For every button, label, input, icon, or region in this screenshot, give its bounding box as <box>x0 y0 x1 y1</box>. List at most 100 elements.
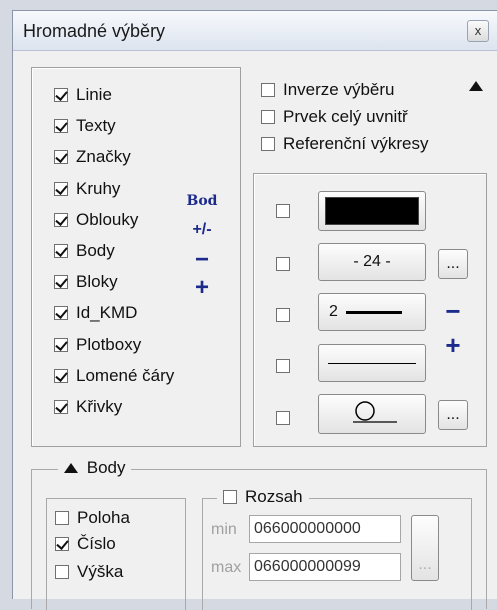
plus-button[interactable]: + <box>182 274 222 302</box>
style-filter-group: - 24 - ... 2 − + ... <box>253 173 487 447</box>
more-label: ... <box>418 556 432 573</box>
layer-item[interactable]: Body <box>54 238 115 264</box>
window-title: Hromadné výběry <box>23 21 166 41</box>
layer-checkbox[interactable] <box>54 368 68 383</box>
layer-label: Texty <box>76 116 116 136</box>
poloha-row[interactable]: Poloha <box>55 505 130 531</box>
layer-label: Plotboxy <box>76 334 142 354</box>
symbol-button[interactable] <box>318 394 426 434</box>
close-icon: x <box>474 23 482 38</box>
body-section-title: Body <box>86 458 126 477</box>
layer-checkbox[interactable] <box>54 306 68 321</box>
layer-checkbox[interactable] <box>54 119 68 134</box>
layer-types-group: Linie Texty Značky Kruhy Oblouky Body Bloky Id_… <box>31 67 241 447</box>
layer-label: Id_KMD <box>76 303 138 323</box>
layer-checkbox[interactable] <box>54 244 68 258</box>
whole-inside-checkbox[interactable] <box>261 110 275 124</box>
weight-value: - 24 - <box>353 253 391 270</box>
layer-checkbox[interactable] <box>54 275 68 290</box>
layer-item[interactable]: Id_KMD <box>54 300 137 326</box>
circle-symbol-icon <box>353 401 397 423</box>
layer-label: Značky <box>76 147 131 167</box>
point-attributes-group: Poloha Číslo Výška <box>46 498 186 610</box>
symbol-filter-checkbox[interactable] <box>276 411 290 425</box>
more-label: ... <box>446 255 460 272</box>
max-field[interactable]: 066000000099 <box>249 553 401 581</box>
range-more-button[interactable]: ... <box>411 515 439 581</box>
layer-checkbox[interactable] <box>54 150 68 165</box>
layer-item[interactable]: Křivky <box>54 394 122 420</box>
layer-item[interactable]: Linie <box>54 82 112 108</box>
bulk-selection-window: Hromadné výběry x Linie Texty Značky Kruhy O… <box>12 10 497 610</box>
cislo-label: Číslo <box>77 534 116 553</box>
color-filter-checkbox[interactable] <box>276 204 290 218</box>
weight-button[interactable]: - 24 - <box>318 243 426 281</box>
style-plus-button[interactable]: + <box>440 330 466 361</box>
close-button[interactable]: x <box>467 20 489 42</box>
poloha-checkbox[interactable] <box>55 511 69 525</box>
layer-item[interactable]: Plotboxy <box>54 332 141 358</box>
layer-item[interactable]: Bloky <box>54 269 118 295</box>
layer-item[interactable]: Lomené čáry <box>54 363 174 389</box>
option-label: Prvek celý uvnitř <box>283 107 408 126</box>
options-list: Inverze výběru Prvek celý uvnitř Referen… <box>261 77 486 167</box>
layer-label: Linie <box>76 85 112 104</box>
option-whole-inside[interactable]: Prvek celý uvnitř <box>261 104 408 130</box>
range-group: Rozsah min 066000000000 max 066000000099… <box>202 487 472 610</box>
layer-label: Bloky <box>76 272 118 292</box>
line-width-value: 2 <box>329 303 338 320</box>
reference-checkbox[interactable] <box>261 137 275 151</box>
layer-checkbox[interactable] <box>54 181 68 196</box>
color-button[interactable] <box>318 191 426 231</box>
range-label: Rozsah <box>245 487 303 506</box>
cislo-row[interactable]: Číslo <box>55 531 116 557</box>
body-section: Body Poloha Číslo Výška Rozsah min 06600… <box>31 458 487 610</box>
min-label: min <box>211 521 237 538</box>
linewidth-filter-checkbox[interactable] <box>276 308 290 322</box>
color-swatch <box>325 197 419 225</box>
minus-button[interactable]: − <box>182 246 222 274</box>
layer-item[interactable]: Texty <box>54 113 116 139</box>
cislo-checkbox[interactable] <box>55 537 69 551</box>
layer-label: Lomené čáry <box>76 365 175 385</box>
thick-line-icon <box>345 310 402 314</box>
min-field[interactable]: 066000000000 <box>249 515 401 543</box>
line-width-button[interactable]: 2 <box>318 293 426 331</box>
toggle-button[interactable]: +/- <box>182 221 222 239</box>
weight-filter-checkbox[interactable] <box>276 257 290 271</box>
inverse-checkbox[interactable] <box>261 83 275 97</box>
layer-item[interactable]: Kruhy <box>54 176 120 202</box>
symbol-more-button[interactable]: ... <box>438 400 468 430</box>
vyska-row[interactable]: Výška <box>55 559 123 585</box>
range-checkbox[interactable] <box>223 490 237 504</box>
linestyle-filter-checkbox[interactable] <box>276 359 290 373</box>
range-header[interactable]: Rozsah <box>217 487 309 507</box>
vyska-checkbox[interactable] <box>55 565 69 579</box>
layer-checkbox[interactable] <box>54 212 68 227</box>
thin-line-icon <box>328 362 416 364</box>
style-minus-button[interactable]: − <box>440 296 466 327</box>
weight-more-button[interactable]: ... <box>438 249 468 279</box>
collapse-up-icon <box>64 463 78 473</box>
layer-checkbox[interactable] <box>54 337 68 352</box>
layer-label: Křivky <box>76 397 123 416</box>
layer-item[interactable]: Značky <box>54 144 131 170</box>
layer-label: Kruhy <box>76 178 121 198</box>
vyska-label: Výška <box>77 562 124 581</box>
max-label: max <box>211 559 242 576</box>
layer-checkbox[interactable] <box>54 400 68 414</box>
option-reference[interactable]: Referenční výkresy <box>261 131 429 157</box>
option-inverse[interactable]: Inverze výběru <box>261 77 395 103</box>
collapse-up-icon[interactable] <box>469 81 483 91</box>
more-label: ... <box>446 406 460 423</box>
bod-label[interactable]: Bod <box>182 193 222 209</box>
layer-label: Body <box>76 241 115 260</box>
titlebar: Hromadné výběry x <box>13 11 497 51</box>
layer-item[interactable]: Oblouky <box>54 207 138 233</box>
option-label: Referenční výkresy <box>283 134 429 153</box>
layer-label: Oblouky <box>76 209 139 229</box>
body-section-header[interactable]: Body <box>58 458 132 478</box>
layer-checkbox[interactable] <box>54 88 68 102</box>
option-label: Inverze výběru <box>283 80 395 99</box>
line-style-button[interactable] <box>318 344 426 382</box>
